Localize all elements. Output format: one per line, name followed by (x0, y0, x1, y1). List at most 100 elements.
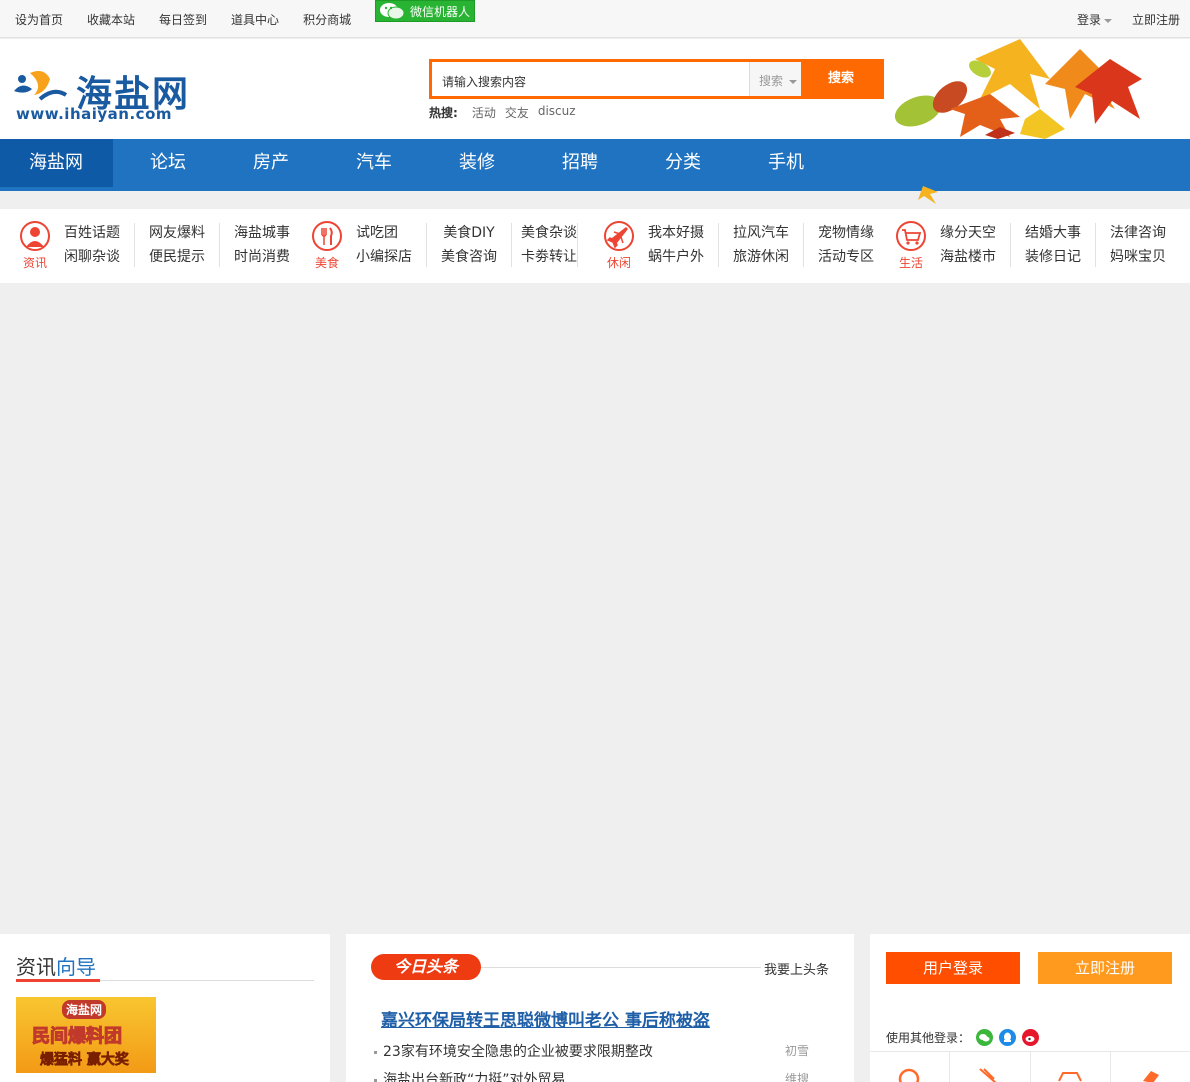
category-life[interactable]: 生活 (894, 221, 928, 271)
nav-classifieds[interactable]: 分类 (635, 139, 731, 187)
logo-mark-icon (14, 71, 68, 101)
wechat-icon (380, 3, 405, 20)
search-box: 请输入搜索内容 搜索 搜索 (429, 59, 884, 99)
quick-tile[interactable] (1031, 1052, 1111, 1082)
nav-jobs[interactable]: 招聘 (532, 139, 628, 187)
airplane-icon (604, 221, 634, 251)
props-center-link[interactable]: 道具中心 (231, 11, 279, 28)
subnav-link[interactable]: 试吃团 (356, 221, 412, 245)
bookmark-link[interactable]: 收藏本站 (87, 11, 135, 28)
subnav-link[interactable]: 美食DIY (427, 221, 511, 245)
subnav-link[interactable]: 美食杂谈 (507, 221, 591, 245)
category-leisure[interactable]: 休闲 (602, 221, 636, 271)
link-group: 网友爆料 便民提示 (149, 221, 205, 269)
category-label: 美食 (314, 256, 339, 270)
weibo-icon[interactable] (1022, 1029, 1040, 1046)
points-mall-link[interactable]: 积分商城 (303, 11, 351, 28)
search-type-value: 搜索 (759, 74, 784, 88)
top-headline-link[interactable]: 嘉兴环保局转王思聪微博叫老公 事后称被盗 (381, 1006, 710, 1031)
login-link[interactable]: 登录 (1057, 11, 1112, 28)
quick-tile[interactable] (1111, 1052, 1190, 1082)
pin-icon (1142, 1071, 1159, 1082)
category-news[interactable]: 资讯 (18, 221, 52, 271)
category-food[interactable]: 美食 (310, 221, 344, 271)
news-author[interactable]: 初雪 (785, 1042, 809, 1059)
register-link[interactable]: 立即注册 (1132, 11, 1180, 28)
news-title[interactable]: 海盐出台新政“力挺”对外贸易 (383, 1072, 566, 1082)
news-author[interactable]: 维搜 (785, 1070, 809, 1082)
nav-home[interactable]: 海盐网 (0, 139, 113, 187)
today-headlines-badge: 今日头条 (371, 954, 481, 980)
category-label: 资讯 (22, 256, 47, 270)
search-button[interactable]: 搜索 (801, 62, 881, 96)
nav-mobile[interactable]: 手机 (738, 139, 834, 187)
chevron-down-icon (789, 79, 798, 84)
divider (219, 223, 220, 267)
subnav-link[interactable]: 缘分天空 (940, 221, 996, 245)
search-input[interactable]: 请输入搜索内容 (442, 73, 526, 90)
site-header: 海盐网 www.ihaiyan.com 请输入搜索内容 搜索 搜索 热搜: 活动… (0, 39, 1190, 139)
submit-headline-link[interactable]: 我要上头条 (764, 959, 829, 978)
subnav-link[interactable]: 妈咪宝贝 (1110, 245, 1166, 269)
nav-auto[interactable]: 汽车 (326, 139, 422, 187)
divider (1095, 223, 1096, 267)
guide-title-a: 资讯 (16, 955, 56, 979)
subnav-link[interactable]: 活动专区 (818, 245, 874, 269)
link-group: 宠物情缘 活动专区 (818, 221, 874, 269)
subnav-link[interactable]: 美食咨询 (427, 245, 511, 269)
quick-tile[interactable] (870, 1052, 951, 1082)
guide-banner-image[interactable]: 海盐网 民间爆料团 爆猛料 赢大奖 (16, 997, 156, 1073)
hot-searches: 热搜: 活动 交友 discuz (429, 104, 585, 121)
subnav-link[interactable]: 装修日记 (1025, 245, 1081, 269)
wechat-icon[interactable] (976, 1029, 994, 1046)
wechat-robot-button[interactable]: 微信机器人 (375, 0, 475, 22)
subnav-link[interactable]: 时尚消费 (234, 245, 290, 269)
search-type-select[interactable]: 搜索 (749, 62, 803, 96)
banner-subtitle: 爆猛料 赢大奖 (40, 1052, 129, 1069)
subnav-link[interactable]: 蜗牛户外 (648, 245, 704, 269)
cart-icon (896, 221, 926, 251)
news-item[interactable]: 海盐出台新政“力挺”对外贸易 维搜 (374, 1069, 829, 1082)
subnav-link[interactable]: 网友爆料 (149, 221, 205, 245)
user-login-button[interactable]: 用户登录 (886, 952, 1020, 984)
social-login: 使用其他登录： (886, 1029, 1040, 1046)
subnav-link[interactable]: 结婚大事 (1025, 221, 1081, 245)
subnav-link[interactable]: 便民提示 (149, 245, 205, 269)
subnav-link[interactable]: 小编探店 (356, 245, 412, 269)
site-logo[interactable]: 海盐网 www.ihaiyan.com (10, 65, 200, 125)
quick-tile[interactable] (950, 1052, 1031, 1082)
subnav-link[interactable]: 百姓话题 (64, 221, 120, 245)
nav-decoration[interactable]: 装修 (429, 139, 525, 187)
bullet (374, 1078, 377, 1082)
subnav-link[interactable]: 拉风汽车 (733, 221, 789, 245)
news-item[interactable]: 23家有环境安全隐患的企业被要求限期整改 初雪 (374, 1041, 829, 1061)
divider (481, 967, 761, 968)
user-register-button[interactable]: 立即注册 (1038, 952, 1172, 984)
top-links: 设为首页 收藏本站 每日签到 道具中心 积分商城 (15, 11, 375, 28)
wechat-robot-label: 微信机器人 (410, 4, 471, 19)
subnav-link[interactable]: 我本好摄 (648, 221, 704, 245)
link-group: 我本好摄 蜗牛户外 (648, 221, 704, 269)
person-icon (20, 221, 50, 251)
subnav-link[interactable]: 法律咨询 (1110, 221, 1166, 245)
set-homepage-link[interactable]: 设为首页 (15, 11, 63, 28)
other-login-label: 使用其他登录： (886, 1031, 971, 1045)
subnav-link[interactable]: 海盐楼市 (940, 245, 996, 269)
subnav-link[interactable]: 闲聊杂谈 (64, 245, 120, 269)
daily-checkin-link[interactable]: 每日签到 (159, 11, 207, 28)
subnav-link[interactable]: 卡劵转让 (507, 245, 591, 269)
qq-icon[interactable] (999, 1029, 1017, 1046)
nav-forum[interactable]: 论坛 (120, 139, 216, 187)
link-group: 海盐城事 时尚消费 (234, 221, 290, 269)
subnav-link[interactable]: 旅游休闲 (733, 245, 789, 269)
news-title[interactable]: 23家有环境安全隐患的企业被要求限期整改 (383, 1044, 653, 1060)
bullet (374, 1050, 377, 1054)
category-label: 休闲 (606, 256, 631, 270)
nav-realestate[interactable]: 房产 (223, 139, 319, 187)
hot-term[interactable]: discuz (538, 104, 576, 121)
subnav-link[interactable]: 海盐城事 (234, 221, 290, 245)
hot-term[interactable]: 交友 (505, 104, 529, 121)
subnav-link[interactable]: 宠物情缘 (818, 221, 874, 245)
hot-term[interactable]: 活动 (472, 104, 496, 121)
link-group: 拉风汽车 旅游休闲 (733, 221, 789, 269)
